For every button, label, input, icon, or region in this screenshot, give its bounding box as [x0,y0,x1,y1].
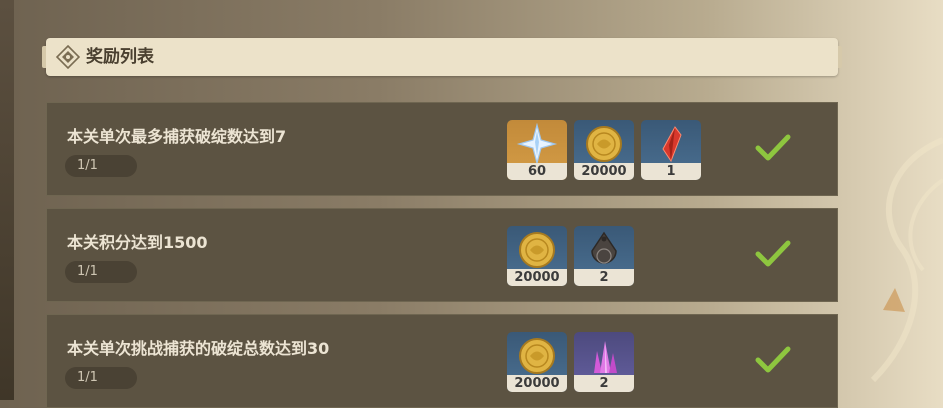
reward-item[interactable]: 1 [641,120,701,180]
reward-description: 本关单次最多捕获破绽数达到7 [67,127,287,146]
progress-badge: 1/1 [65,261,137,283]
reward-row: 本关积分达到1500 1/1 20000 2 [46,208,838,302]
reward-item[interactable]: 60 [507,120,567,180]
background-ornament [870,137,943,383]
reward-item[interactable]: 2 [574,226,634,286]
item-count: 2 [574,375,634,392]
crystal-cluster-icon [594,341,617,373]
reward-item[interactable]: 20000 [507,332,567,392]
reward-description: 本关单次挑战捕获的破绽总数达到30 [67,339,330,358]
progress-badge: 1/1 [65,367,137,389]
reward-items: 60 20000 1 [507,120,701,180]
reward-items: 20000 2 [507,332,634,392]
reward-description: 本关积分达到1500 [67,233,208,252]
left-edge-panel [0,0,14,400]
item-count: 60 [507,163,567,180]
item-count: 1 [641,163,701,180]
reward-items: 20000 2 [507,226,634,286]
item-count: 20000 [507,375,567,392]
reward-item[interactable]: 20000 [574,120,634,180]
reward-list-title: 奖励列表 [86,47,154,67]
reward-row: 本关单次挑战捕获的破绽总数达到30 1/1 20000 2 [46,314,838,408]
mora-coin-icon [586,126,622,162]
mora-coin-icon [519,232,555,268]
red-crystal-icon [662,126,682,163]
mora-coin-icon [519,338,555,374]
reward-item[interactable]: 20000 [507,226,567,286]
item-count: 2 [574,269,634,286]
diamond-emblem-icon [56,45,80,69]
reward-row: 本关单次最多捕获破绽数达到7 1/1 60 20000 1 [46,102,838,196]
completed-check-icon [755,240,791,267]
completed-check-icon [755,134,791,161]
completed-check-icon [755,346,791,373]
talisman-icon [591,231,617,264]
primogem-icon [516,123,558,165]
item-count: 20000 [507,269,567,286]
reward-item[interactable]: 2 [574,332,634,392]
item-count: 20000 [574,163,634,180]
progress-badge: 1/1 [65,155,137,177]
reward-list-header: 奖励列表 [42,38,842,76]
